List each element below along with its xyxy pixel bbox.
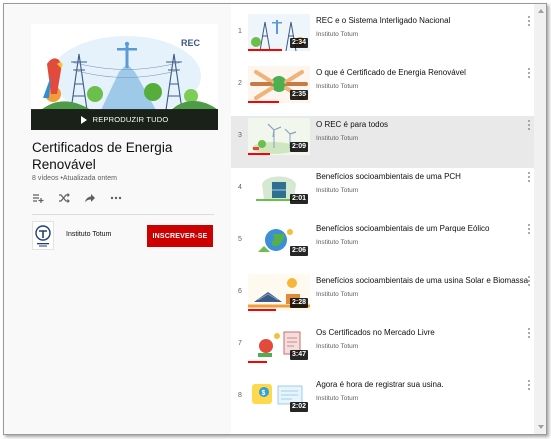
video-channel[interactable]: Instituto Totum	[316, 395, 358, 402]
playlist-stats: 8 vídeosAtualizada ontem	[32, 175, 117, 182]
divider	[32, 214, 214, 215]
scroll-down-icon[interactable]	[538, 425, 544, 429]
share-icon[interactable]	[84, 192, 96, 204]
video-menu-icon[interactable]	[526, 224, 532, 238]
video-index: 1	[238, 28, 242, 35]
video-duration: 2:28	[289, 298, 308, 308]
playlist-video-row[interactable]: 2 2:35 O que é Certificado de Energia Reno…	[231, 64, 534, 116]
video-menu-icon[interactable]	[526, 328, 532, 342]
playlist-video-row[interactable]: 5 2:06 Benefícios socioambientais de um Pa…	[231, 220, 534, 272]
video-index: 3	[238, 132, 242, 139]
add-to-queue-icon[interactable]	[32, 192, 44, 204]
video-menu-icon[interactable]	[526, 16, 532, 30]
video-thumbnail[interactable]: $2:02	[248, 378, 310, 415]
svg-text:$: $	[262, 390, 266, 397]
watch-progress	[248, 49, 283, 51]
video-index: 8	[238, 392, 242, 399]
video-duration: 2:34	[289, 38, 308, 48]
video-title[interactable]: Benefícios socioambientais de uma PCH	[316, 172, 526, 181]
playlist-video-row[interactable]: 4 2:01 Benefícios socioambientais de uma P…	[231, 168, 534, 220]
video-list: 1 2:34 REC e o Sistema Interligado Naciona…	[231, 4, 534, 434]
video-count: 8 vídeos	[32, 175, 59, 182]
hero-logo-text: REC	[181, 38, 201, 48]
video-title[interactable]: O REC é para todos	[316, 120, 526, 129]
video-index: 4	[238, 184, 242, 191]
video-channel[interactable]: Instituto Totum	[316, 31, 358, 38]
scrollbar[interactable]	[534, 4, 546, 434]
channel-logo-icon	[35, 225, 51, 247]
playlist-video-row[interactable]: 3 2:09 O REC é para todos Instituto Totum	[231, 116, 534, 168]
video-channel[interactable]: Instituto Totum	[316, 83, 358, 90]
video-channel[interactable]: Instituto Totum	[316, 239, 358, 246]
video-menu-icon[interactable]	[526, 276, 532, 290]
video-title[interactable]: Benefícios socioambientais de um Parque …	[316, 224, 526, 233]
video-thumbnail[interactable]: 2:28	[248, 274, 310, 311]
video-title[interactable]: O que é Certificado de Energia Renovável	[316, 68, 526, 77]
video-duration: 2:09	[289, 142, 308, 152]
watch-progress	[248, 361, 267, 363]
updated-label: Atualizada ontem	[58, 175, 117, 182]
watch-progress	[248, 309, 276, 311]
playlist-sidebar: REC REPRODUZIR TUDO Certificados de Ener…	[4, 4, 230, 434]
video-channel[interactable]: Instituto Totum	[316, 135, 358, 142]
playlist-video-row[interactable]: 7 3:47 Os Certificados no Mercado Livre Ins…	[231, 324, 534, 376]
scroll-up-icon[interactable]	[538, 9, 544, 13]
video-index: 6	[238, 288, 242, 295]
video-duration: 2:35	[289, 90, 308, 100]
video-index: 7	[238, 340, 242, 347]
video-duration: 2:02	[289, 402, 308, 412]
video-title[interactable]: Os Certificados no Mercado Livre	[316, 328, 526, 337]
video-duration: 3:47	[289, 350, 308, 360]
video-title[interactable]: Agora é hora de registrar sua usina.	[316, 380, 526, 389]
play-all-button[interactable]: REPRODUZIR TUDO	[31, 109, 218, 130]
play-icon	[80, 115, 87, 124]
video-channel[interactable]: Instituto Totum	[316, 187, 358, 194]
play-all-label: REPRODUZIR TUDO	[92, 115, 169, 124]
subscribe-button[interactable]: INSCREVER-SE	[147, 225, 213, 247]
video-thumbnail[interactable]: 2:34	[248, 14, 310, 51]
video-menu-icon[interactable]	[526, 172, 532, 186]
channel-name[interactable]: Instituto Totum	[66, 231, 111, 238]
video-thumbnail[interactable]: 2:06	[248, 222, 310, 259]
video-index: 2	[238, 80, 242, 87]
video-channel[interactable]: Instituto Totum	[316, 291, 358, 298]
video-thumbnail[interactable]: 2:01	[248, 170, 310, 207]
playlist-video-row[interactable]: 6 2:28 Benefícios socioambientais de uma u…	[231, 272, 534, 324]
watch-progress	[248, 153, 270, 155]
video-index: 5	[238, 236, 242, 243]
playlist-video-row[interactable]: 1 2:34 REC e o Sistema Interligado Naciona…	[231, 12, 534, 64]
video-thumbnail[interactable]: 2:35	[248, 66, 310, 103]
watch-progress	[248, 101, 279, 103]
playlist-title: Certificados de Energia Renovável	[32, 140, 173, 172]
video-menu-icon[interactable]	[526, 120, 532, 134]
channel-avatar[interactable]	[32, 221, 54, 250]
playlist-thumbnail[interactable]: REC REPRODUZIR TUDO	[31, 24, 218, 130]
video-thumbnail[interactable]: 3:47	[248, 326, 310, 363]
more-icon[interactable]	[110, 192, 122, 204]
video-channel[interactable]: Instituto Totum	[316, 343, 358, 350]
video-duration: 2:01	[289, 194, 308, 204]
playlist-actions	[32, 192, 122, 204]
video-title[interactable]: Benefícios socioambientais de uma usina …	[316, 276, 528, 285]
playlist-video-row[interactable]: 8 $2:02 Agora é hora de registrar sua usin…	[231, 376, 534, 428]
video-menu-icon[interactable]	[526, 380, 532, 394]
video-title[interactable]: REC e o Sistema Interligado Nacional	[316, 16, 526, 25]
channel-row: Instituto Totum INSCREVER-SE	[32, 221, 216, 251]
video-thumbnail[interactable]: 2:09	[248, 118, 310, 155]
video-duration: 2:06	[289, 246, 308, 256]
video-menu-icon[interactable]	[526, 68, 532, 82]
shuffle-icon[interactable]	[58, 192, 70, 204]
app-window: REC REPRODUZIR TUDO Certificados de Ener…	[3, 3, 547, 435]
